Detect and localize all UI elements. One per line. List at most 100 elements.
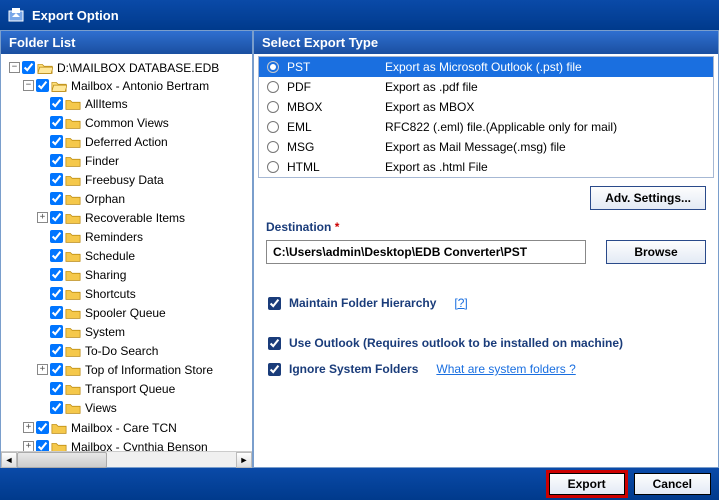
folder-icon — [51, 79, 67, 93]
export-type-radio[interactable] — [267, 81, 279, 93]
tree-item-label[interactable]: System — [85, 325, 125, 339]
tree-checkbox[interactable] — [50, 211, 63, 224]
tree-checkbox[interactable] — [50, 306, 63, 319]
system-folders-link[interactable]: What are system folders ? — [436, 362, 575, 376]
tree-item-label[interactable]: Common Views — [85, 116, 169, 130]
export-type-row[interactable]: MSG Export as Mail Message(.msg) file — [259, 137, 713, 157]
folder-icon — [65, 306, 81, 320]
cancel-button[interactable]: Cancel — [634, 473, 711, 495]
tree-item-label[interactable]: To-Do Search — [85, 344, 158, 358]
folder-icon — [65, 173, 81, 187]
horizontal-scrollbar[interactable]: ◄ ► — [1, 451, 252, 467]
tree-item-label[interactable]: Schedule — [85, 249, 135, 263]
tree-checkbox[interactable] — [50, 363, 63, 376]
ignore-system-checkbox[interactable] — [268, 363, 281, 376]
export-type-radio[interactable] — [267, 121, 279, 133]
tree-root-label[interactable]: D:\MAILBOX DATABASE.EDB — [57, 61, 219, 75]
browse-button[interactable]: Browse — [606, 240, 706, 264]
expander-icon[interactable]: + — [23, 422, 34, 433]
destination-input[interactable] — [266, 240, 586, 264]
export-button[interactable]: Export — [549, 473, 625, 495]
tree-item-label[interactable]: Shortcuts — [85, 287, 136, 301]
folder-icon — [65, 325, 81, 339]
folder-icon — [51, 421, 67, 435]
folder-icon — [65, 116, 81, 130]
tree-item-label[interactable]: Transport Queue — [85, 382, 175, 396]
tree-item-label[interactable]: Top of Information Store — [85, 363, 213, 377]
tree-checkbox[interactable] — [50, 97, 63, 110]
tree-item-label[interactable]: Recoverable Items — [85, 211, 185, 225]
tree-checkbox[interactable] — [50, 154, 63, 167]
tree-checkbox[interactable] — [50, 382, 63, 395]
use-outlook-checkbox[interactable] — [268, 337, 281, 350]
tree-item-label[interactable]: Sharing — [85, 268, 126, 282]
tree-item-label[interactable]: Views — [85, 401, 117, 415]
folder-icon — [65, 382, 81, 396]
expander-icon[interactable]: + — [23, 441, 34, 451]
scroll-thumb[interactable] — [17, 452, 107, 468]
expander-icon[interactable]: − — [9, 62, 20, 73]
export-type-row[interactable]: EML RFC822 (.eml) file.(Applicable only … — [259, 117, 713, 137]
folder-icon — [65, 344, 81, 358]
tree-checkbox[interactable] — [50, 116, 63, 129]
folder-tree[interactable]: − D:\MAILBOX DATABASE.EDB − Mailbox - An… — [1, 54, 252, 451]
expander-icon[interactable]: + — [37, 212, 48, 223]
tree-checkbox[interactable] — [50, 344, 63, 357]
scroll-right-arrow[interactable]: ► — [236, 452, 252, 468]
advanced-settings-button[interactable]: Adv. Settings... — [590, 186, 706, 210]
destination-label: Destination * — [254, 218, 718, 240]
tree-checkbox[interactable] — [50, 249, 63, 262]
folder-icon — [65, 363, 81, 377]
tree-checkbox[interactable] — [36, 421, 49, 434]
tree-item-label[interactable]: Freebusy Data — [85, 173, 164, 187]
tree-checkbox[interactable] — [50, 325, 63, 338]
tree-checkbox[interactable] — [36, 440, 49, 451]
export-type-list: PST Export as Microsoft Outlook (.pst) f… — [258, 56, 714, 178]
tree-checkbox[interactable] — [50, 173, 63, 186]
export-type-desc: Export as Mail Message(.msg) file — [385, 140, 705, 154]
tree-checkbox[interactable] — [36, 79, 49, 92]
maintain-hierarchy-option[interactable]: Maintain Folder Hierarchy [?] — [254, 290, 718, 316]
tree-checkbox[interactable] — [50, 287, 63, 300]
tree-mailbox-label[interactable]: Mailbox - Antonio Bertram — [71, 79, 209, 93]
maintain-hierarchy-checkbox[interactable] — [268, 297, 281, 310]
tree-checkbox[interactable] — [50, 401, 63, 414]
tree-item-label[interactable]: Spooler Queue — [85, 306, 166, 320]
tree-item-label[interactable]: Finder — [85, 154, 119, 168]
maintain-help-link[interactable]: [?] — [454, 296, 467, 310]
tree-checkbox[interactable] — [22, 61, 35, 74]
export-type-code: PST — [287, 60, 310, 74]
tree-item-label[interactable]: AllItems — [85, 97, 128, 111]
tree-checkbox[interactable] — [50, 268, 63, 281]
tree-checkbox[interactable] — [50, 135, 63, 148]
window-title: Export Option — [32, 8, 119, 23]
dialog-footer: Export Cancel — [0, 468, 719, 500]
export-type-code: MBOX — [287, 100, 322, 114]
tree-mailbox-label[interactable]: Mailbox - Care TCN — [71, 421, 177, 435]
folder-icon — [65, 154, 81, 168]
tree-checkbox[interactable] — [50, 192, 63, 205]
export-type-radio[interactable] — [267, 141, 279, 153]
export-type-row[interactable]: HTML Export as .html File — [259, 157, 713, 177]
export-type-code: PDF — [287, 80, 311, 94]
export-type-panel: Select Export Type PST Export as Microso… — [253, 30, 719, 468]
export-type-desc: Export as .pdf file — [385, 80, 705, 94]
tree-item-label[interactable]: Reminders — [85, 230, 143, 244]
export-type-radio[interactable] — [267, 161, 279, 173]
export-type-radio[interactable] — [267, 101, 279, 113]
tree-item-label[interactable]: Orphan — [85, 192, 125, 206]
export-type-row[interactable]: MBOX Export as MBOX — [259, 97, 713, 117]
expander-icon[interactable]: − — [23, 80, 34, 91]
radio-selected-icon[interactable] — [267, 61, 279, 73]
use-outlook-option[interactable]: Use Outlook (Requires outlook to be inst… — [254, 330, 718, 356]
tree-mailbox-label[interactable]: Mailbox - Cynthia Benson — [71, 440, 208, 452]
export-type-row[interactable]: PST Export as Microsoft Outlook (.pst) f… — [259, 57, 713, 77]
folder-icon — [65, 135, 81, 149]
tree-checkbox[interactable] — [50, 230, 63, 243]
export-type-row[interactable]: PDF Export as .pdf file — [259, 77, 713, 97]
ignore-system-option[interactable]: Ignore System Folders What are system fo… — [254, 356, 718, 382]
export-type-desc: Export as Microsoft Outlook (.pst) file — [385, 60, 705, 74]
tree-item-label[interactable]: Deferred Action — [85, 135, 168, 149]
scroll-left-arrow[interactable]: ◄ — [1, 452, 17, 468]
expander-icon[interactable]: + — [37, 364, 48, 375]
